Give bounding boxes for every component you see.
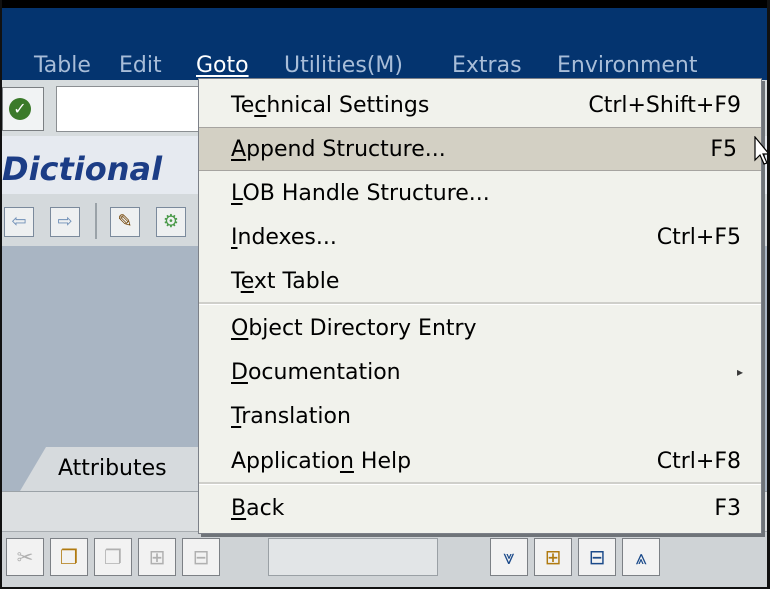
- window-frame: [0, 0, 770, 589]
